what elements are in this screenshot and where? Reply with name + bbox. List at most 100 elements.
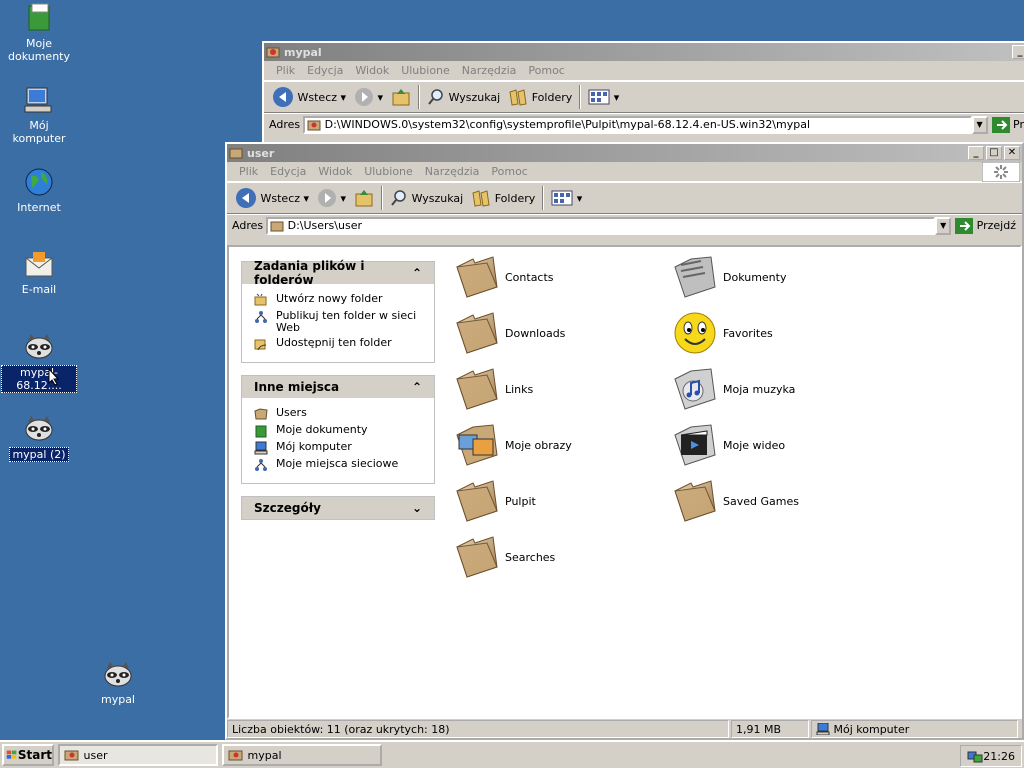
folder-item-moje-obrazy[interactable]: Moje obrazy: [453, 421, 663, 469]
taskbar-button-mypal[interactable]: mypal: [222, 744, 382, 766]
collapse-chevron-icon[interactable]: ⌃: [412, 380, 422, 394]
menu-help[interactable]: Pomoc: [485, 165, 533, 178]
desktop-icon-mypal-folder[interactable]: mypal-68.12....: [1, 330, 77, 393]
folder-item-searches[interactable]: Searches: [453, 533, 663, 581]
maximize-button[interactable]: □: [986, 146, 1002, 160]
folder-item-links[interactable]: Links: [453, 365, 663, 413]
desktop-icon-mypal-2[interactable]: mypal (2): [1, 412, 77, 462]
up-folder-button[interactable]: [387, 84, 415, 110]
collapse-chevron-icon[interactable]: ⌃: [412, 266, 422, 280]
folder-item-dokumenty[interactable]: Dokumenty: [671, 253, 881, 301]
go-button[interactable]: Pr: [988, 116, 1024, 133]
desktop-icon-my-documents[interactable]: Moje dokumenty: [1, 2, 77, 63]
publish-web-icon: [255, 311, 267, 323]
folder-item-favorites[interactable]: Favorites: [671, 309, 881, 357]
menu-file[interactable]: Plik: [270, 64, 301, 77]
place-network[interactable]: Moje miejsca sieciowe: [254, 458, 424, 472]
minimize-button[interactable]: _: [1012, 45, 1024, 59]
menu-view[interactable]: Widok: [349, 64, 395, 77]
up-folder-icon: [355, 190, 373, 207]
start-label: Start: [17, 748, 52, 762]
clock[interactable]: 21:26: [983, 750, 1015, 763]
folder-item-saved-games[interactable]: Saved Games: [671, 477, 881, 525]
address-dropdown-button[interactable]: ▼: [935, 216, 952, 235]
menu-tools[interactable]: Narzędzia: [456, 64, 523, 77]
address-input[interactable]: D:\Users\user: [266, 216, 936, 235]
views-button[interactable]: ▾: [547, 185, 586, 211]
menu-edit[interactable]: Edycja: [301, 64, 349, 77]
folders-button[interactable]: Foldery: [504, 84, 576, 110]
desktop-icon-email[interactable]: E-mail: [1, 248, 77, 296]
email-envelope-icon: [25, 252, 53, 277]
close-button[interactable]: ✕: [1004, 146, 1020, 160]
folder-item-downloads[interactable]: Downloads: [453, 309, 663, 357]
place-my-computer[interactable]: Mój komputer: [254, 441, 424, 455]
forward-button[interactable]: ▾: [350, 84, 387, 110]
forward-arrow-icon: [355, 88, 374, 106]
views-button[interactable]: ▾: [584, 84, 623, 110]
desktop-icon-my-computer[interactable]: Mój komputer: [1, 84, 77, 145]
folders-button[interactable]: Foldery: [467, 185, 539, 211]
menu-help[interactable]: Pomoc: [522, 64, 570, 77]
go-button[interactable]: Przejdź: [951, 217, 1020, 234]
menu-edit[interactable]: Edycja: [264, 165, 312, 178]
menu-view[interactable]: Widok: [312, 165, 358, 178]
folder-item-pulpit[interactable]: Pulpit: [453, 477, 663, 525]
folder-item-label: Dokumenty: [723, 270, 787, 284]
task-share-folder[interactable]: Udostępnij ten folder: [254, 337, 424, 351]
share-folder-icon: [254, 339, 267, 351]
place-my-documents[interactable]: Moje dokumenty: [254, 424, 424, 438]
panel-header[interactable]: Inne miejsca ⌃: [242, 376, 434, 398]
title-bar[interactable]: mypal _: [264, 43, 1024, 61]
my-documents-icon: [28, 3, 50, 31]
menu-bar: Plik Edycja Widok Ulubione Narzędzia Pom…: [227, 162, 1022, 182]
my-computer-icon: [254, 441, 268, 455]
address-input[interactable]: D:\WINDOWS.0\system32\config\systemprofi…: [303, 115, 972, 134]
desktop-icon-mypal[interactable]: mypal: [80, 658, 156, 706]
panel-header[interactable]: Zadania plików i folderów ⌃: [242, 259, 434, 287]
place-users[interactable]: Users: [254, 407, 424, 421]
menu-favorites[interactable]: Ulubione: [395, 64, 456, 77]
windows-logo-icon: [6, 750, 17, 759]
back-button[interactable]: Wstecz ▾: [268, 84, 350, 110]
folder-item-moje-wideo[interactable]: Moje wideo: [671, 421, 881, 469]
folder-icon: [453, 253, 501, 301]
folder-icon: [453, 477, 501, 525]
minimize-button[interactable]: _: [968, 146, 984, 160]
folder-item-moja-muzyka[interactable]: Moja muzyka: [671, 365, 881, 413]
go-label: Przejdź: [976, 219, 1016, 232]
expand-chevron-icon[interactable]: ⌄: [412, 501, 422, 515]
panel-header[interactable]: Szczegóły ⌄: [242, 497, 434, 519]
internet-globe-icon: [25, 168, 53, 196]
user-window[interactable]: user _ □ ✕ Plik Edycja Widok Ulubione Na…: [225, 142, 1024, 740]
toolbar-separator: [579, 85, 582, 109]
address-dropdown-button[interactable]: ▼: [971, 115, 988, 134]
back-button[interactable]: Wstecz ▾: [231, 185, 313, 211]
folders-label: Foldery: [494, 191, 536, 205]
raccoon-icon: [23, 412, 55, 444]
search-button[interactable]: Wyszukaj: [423, 84, 504, 110]
folder-item-contacts[interactable]: Contacts: [453, 253, 663, 301]
forward-button[interactable]: ▾: [313, 185, 350, 211]
task-publish-web[interactable]: Publikuj ten folder w sieci Web: [254, 310, 424, 334]
network-tray-icon[interactable]: [967, 748, 983, 764]
folder-content-area[interactable]: Zadania plików i folderów ⌃ Utwórz nowy f…: [227, 245, 1022, 719]
panel-title: Inne miejsca: [254, 380, 340, 394]
start-button[interactable]: Start: [2, 744, 54, 766]
search-label: Wyszukaj: [411, 191, 464, 205]
folder-item-label: Saved Games: [723, 494, 799, 508]
raccoon-icon: [102, 658, 134, 690]
folder-icon: [254, 408, 268, 420]
toolbar: Wstecz ▾ ▾ Wyszukaj Foldery ▾: [227, 182, 1022, 214]
task-new-folder[interactable]: Utwórz nowy folder: [254, 293, 424, 307]
menu-favorites[interactable]: Ulubione: [358, 165, 419, 178]
menu-file[interactable]: Plik: [233, 165, 264, 178]
desktop-icon-label: mypal (2): [9, 447, 69, 462]
menu-tools[interactable]: Narzędzia: [419, 165, 486, 178]
search-button[interactable]: Wyszukaj: [386, 185, 467, 211]
up-folder-button[interactable]: [350, 185, 378, 211]
desktop-icon-label: Mój komputer: [12, 119, 66, 145]
title-bar[interactable]: user _ □ ✕: [227, 144, 1022, 162]
taskbar-button-user[interactable]: user: [58, 744, 218, 766]
desktop-icon-internet[interactable]: Internet: [1, 166, 77, 214]
